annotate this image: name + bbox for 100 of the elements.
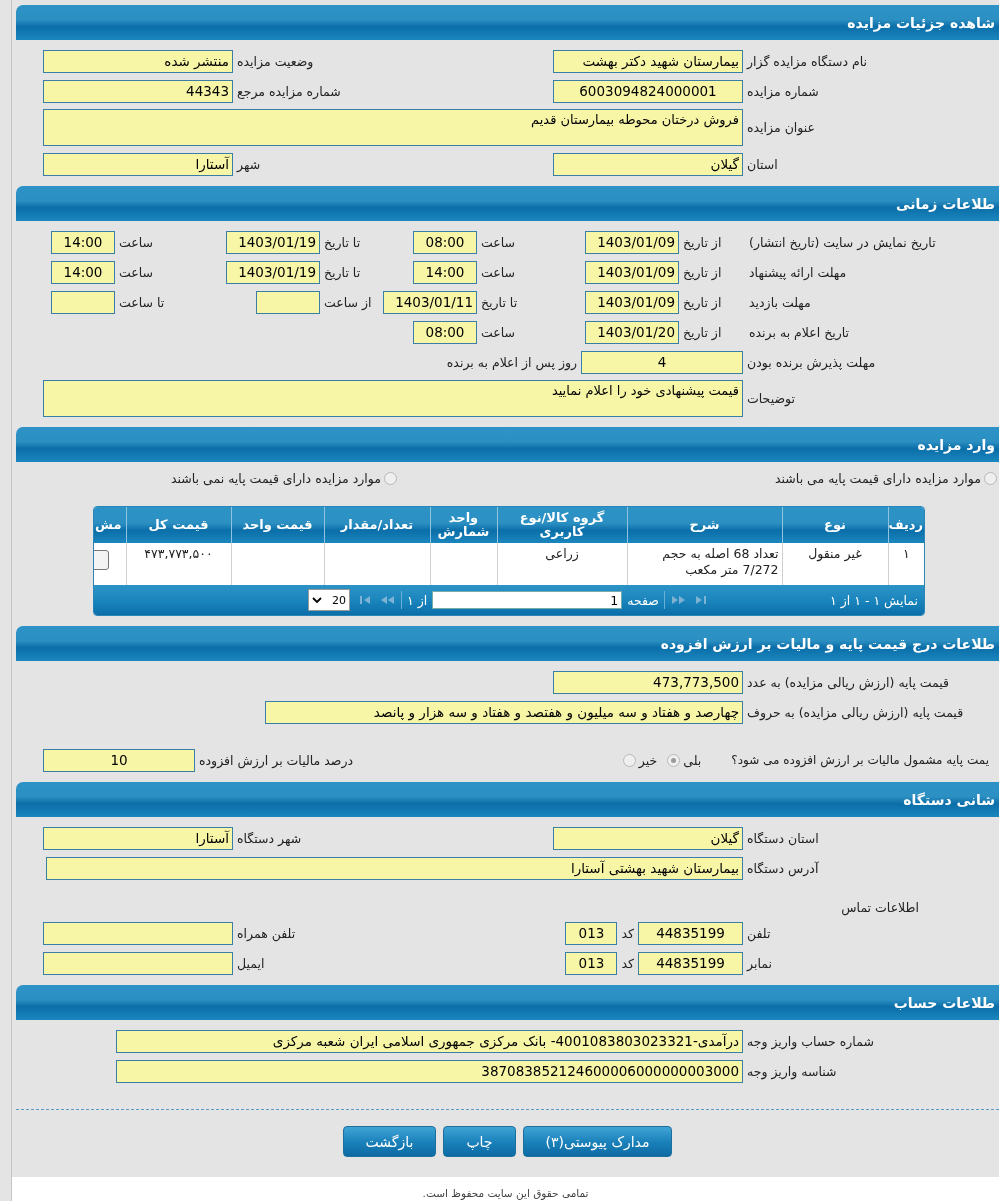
field-label: تا تاریخ (323, 234, 362, 250)
field-label: قیمت پایه (ارزش ریالی مزایده) به حروف (746, 704, 965, 720)
field-label: شماره مزایده (746, 83, 820, 99)
input-field[interactable] (43, 921, 233, 945)
input-field[interactable]: گیلان (553, 826, 743, 850)
field-label: ساعت (118, 264, 154, 280)
field-label: نمابر (745, 955, 773, 971)
field-label: آدرس دستگاه (746, 860, 820, 876)
field-label: شماره مزایده مرجع (236, 83, 342, 99)
input-field[interactable]: 1403/01/20 (585, 320, 679, 344)
field-label: مهلت پذیرش برنده بودن (746, 354, 877, 370)
input-field[interactable]: 013 (565, 951, 618, 975)
field-label: از تاریخ (682, 264, 723, 280)
input-field[interactable]: 4 (581, 350, 743, 374)
input-field[interactable]: 013 (565, 921, 618, 945)
section-header: طلاعات حساب (16, 985, 999, 1020)
action-button[interactable]: مدارک پیوستی(۳) (522, 1126, 673, 1157)
action-button[interactable]: چاپ (443, 1126, 516, 1157)
input-field[interactable]: 44343 (43, 79, 233, 103)
section-header: شانی دستگاه (16, 782, 999, 817)
input-field[interactable]: 44835199 (638, 921, 743, 945)
input-field[interactable]: 473,773,500 (553, 670, 743, 694)
field-label: تلفن (746, 925, 772, 941)
input-field[interactable]: 387083852124600006000000003000 (116, 1059, 743, 1083)
column-header: نوع (782, 507, 888, 543)
input-field[interactable]: 44835199 (638, 951, 743, 975)
column-header: تعداد/مقدار (324, 507, 430, 543)
input-field[interactable]: درآمدی-4001083803023321- بانک مرکزی جمهوری اسلامی ایران شعبه مرکزی (116, 1029, 743, 1053)
input-field[interactable]: گیلان (553, 152, 743, 176)
column-header: قیمت کل (126, 507, 231, 543)
section-header: طلاعات زمانی (16, 186, 999, 221)
field-label: کد (620, 925, 635, 941)
input-field[interactable]: 14:00 (51, 260, 115, 284)
field-label: از تاریخ (682, 324, 723, 340)
field-label: روز پس از اعلام به برنده (445, 354, 578, 370)
input-field[interactable]: 1403/01/09 (585, 290, 679, 314)
column-header: گروه کالا/نوع کاربری (497, 507, 627, 543)
input-field[interactable]: 14:00 (51, 230, 115, 254)
field-label: شهر دستگاه (236, 830, 303, 846)
section-header: وارد مزایده (16, 427, 999, 462)
field-label: تلفن همراه (236, 925, 297, 941)
field-label: شهر (235, 156, 262, 172)
page-count: از ۱ (407, 592, 428, 608)
field-label: از تاریخ (682, 294, 723, 310)
page-label: صفحه (627, 592, 659, 608)
input-field[interactable]: آستارا (43, 826, 233, 850)
input-field[interactable]: 1403/01/11 (383, 290, 477, 314)
column-header: واحد شمارش (430, 507, 497, 543)
field-label: ساعت (480, 234, 516, 250)
input-field[interactable]: 1403/01/09 (585, 230, 679, 254)
text-area[interactable]: قیمت پیشنهادی خود را اعلام نمایید (43, 380, 743, 417)
copyright-text: تمامی حقوق این سایت محفوظ است. (422, 1187, 589, 1201)
radio-button[interactable]: موارد مزایده دارای قیمت پایه نمی باشند (171, 471, 397, 486)
input-field[interactable]: بیمارستان شهید دکتر بهشت (553, 49, 743, 73)
input-field[interactable]: 1403/01/19 (226, 230, 320, 254)
input-field[interactable]: منتشر شده (43, 49, 233, 73)
input-field[interactable]: 1403/01/19 (226, 260, 320, 284)
input-field[interactable]: 08:00 (413, 320, 477, 344)
input-field[interactable] (256, 290, 320, 314)
input-field[interactable]: 1403/01/09 (585, 260, 679, 284)
input-field[interactable]: 08:00 (413, 230, 477, 254)
field-label: نام دستگاه مزایده گزار (745, 53, 869, 69)
column-header: مش (94, 507, 126, 543)
input-field[interactable]: بیمارستان شهید بهشتی آستارا (46, 856, 743, 880)
text-area[interactable]: فروش درختان محوطه بیمارستان قدیم (43, 109, 743, 146)
field-label: تا تاریخ (323, 264, 362, 280)
input-field[interactable] (51, 290, 115, 314)
field-label: شماره حساب واریز وجه (746, 1033, 875, 1049)
radio-button[interactable]: بلی (667, 752, 702, 768)
field-label: ساعت (480, 324, 516, 340)
field-label: شناسه واریز وجه (746, 1063, 838, 1079)
subheading: اطلاعات تماس (841, 900, 920, 915)
field-label: قیمت پایه (ارزش ریالی مزایده) به عدد (746, 674, 951, 690)
table-cell: ۴۷۳,۷۷۳,۵۰۰ (126, 543, 231, 585)
table-cell: تعداد 68 اصله به حجم 7/272 متر مکعب (627, 543, 782, 585)
input-field[interactable] (43, 951, 233, 975)
field-label: ایمیل (236, 955, 266, 971)
input-field[interactable]: 6003094824000001 (553, 79, 743, 103)
chevron-icon (312, 596, 322, 604)
input-field[interactable]: 10 (43, 748, 195, 772)
page-size-select[interactable]: 20 (308, 589, 350, 611)
action-button[interactable]: بازگشت (342, 1126, 437, 1157)
field-label: تا ساعت (118, 294, 166, 310)
page-field[interactable]: 1 (432, 591, 623, 609)
question-label: یمت پایه مشمول مالیات بر ارزش افزوده می شود؟ (730, 753, 989, 767)
field-label: مهلت بازدید (748, 294, 812, 310)
section-header: طلاعات درج قیمت پایه و مالیات بر ارزش افزوده (16, 626, 999, 661)
column-header: قیمت واحد (231, 507, 324, 543)
column-header: ردیف (888, 507, 924, 543)
input-field[interactable]: 14:00 (413, 260, 477, 284)
column-header: شرح (627, 507, 782, 543)
table-cell: ۱ (888, 543, 924, 585)
field-label: تا تاریخ (480, 294, 519, 310)
radio-button[interactable]: خیر (622, 752, 658, 768)
pager-summary: نمایش ۱ - ۱ از ۱ (829, 592, 918, 608)
radio-button[interactable]: موارد مزایده دارای قیمت پایه می باشند (775, 471, 997, 486)
field-label: درصد مالیات بر ارزش افزوده (198, 752, 354, 768)
field-label: از تاریخ (682, 234, 723, 250)
input-field[interactable]: چهارصد و هفتاد و سه میلیون و هفتصد و هفتاد و سه هزار و پانصد (265, 700, 743, 724)
input-field[interactable]: آستارا (43, 152, 233, 176)
